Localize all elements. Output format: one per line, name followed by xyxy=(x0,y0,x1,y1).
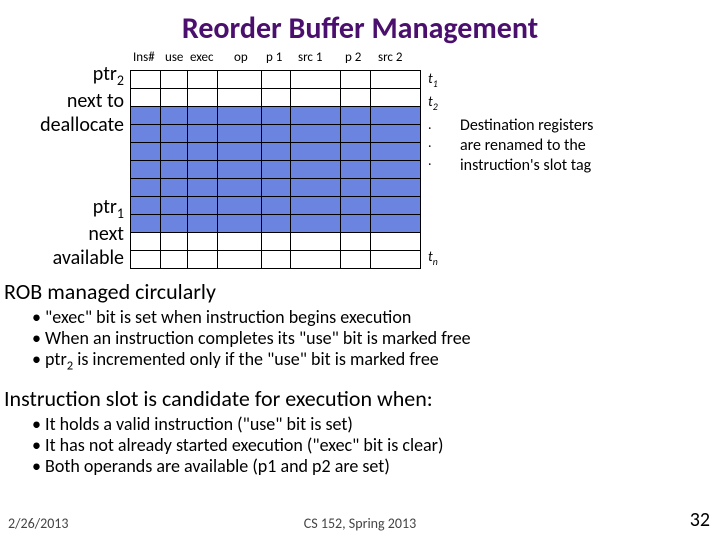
table-row xyxy=(131,161,421,179)
footer-course: CS 152, Spring 2013 xyxy=(0,515,720,532)
rob-table xyxy=(130,70,421,269)
bullet-2-2: Both operands are available (p1 and p2 a… xyxy=(45,455,390,477)
ptr2-line2: next to xyxy=(67,89,124,113)
table-row xyxy=(131,89,421,107)
rob-table-wrap: Ins# use exec op p 1 src 1 p 2 src 2 xyxy=(130,50,421,269)
bullet-1-1: When an instruction completes its "use" … xyxy=(45,327,471,349)
bullet-2-1: It has not already started execution ("e… xyxy=(45,434,443,456)
slide-title: Reorder Buffer Management xyxy=(0,0,720,47)
table-row xyxy=(131,179,421,197)
table-row xyxy=(131,215,421,233)
ptr1-label: ptr1 xyxy=(93,195,124,219)
col-ins: Ins# xyxy=(133,50,155,65)
table-row xyxy=(131,251,421,269)
bullets-1: • "exec" bit is set when instruction beg… xyxy=(4,307,712,377)
table-row xyxy=(131,233,421,251)
bullet-2-0: It holds a valid instruction ("use" bit … xyxy=(45,413,353,435)
ptr1-line3: available xyxy=(53,246,124,270)
ptr2-line3: deallocate xyxy=(40,113,124,137)
bullet-1-0: "exec" bit is set when instruction begin… xyxy=(45,306,411,328)
table-row xyxy=(131,107,421,125)
ptr2-label: ptr2 xyxy=(93,62,124,86)
section-candidate: Instruction slot is candidate for execut… xyxy=(4,385,712,412)
slot-tags: t1 t2 ... xyxy=(428,70,438,170)
col-src1: src 1 xyxy=(298,50,322,65)
footer-page: 32 xyxy=(690,508,710,532)
dest-note: Destination registers are renamed to the… xyxy=(460,116,593,176)
body-text: ROB managed circularly • "exec" bit is s… xyxy=(4,278,712,485)
left-pointer-labels: ptr2 next to deallocate ptr1 next availa… xyxy=(4,62,124,270)
col-use: use xyxy=(165,50,183,65)
slot-tag-n: tn xyxy=(428,248,438,268)
ptr1-line2: next xyxy=(88,222,124,246)
table-row xyxy=(131,71,421,89)
col-p1: p 1 xyxy=(266,50,282,65)
bullet-1-2: ptr2 is incremented only if the "use" bi… xyxy=(45,348,439,370)
section-rob-managed: ROB managed circularly xyxy=(4,278,712,305)
table-row xyxy=(131,197,421,215)
col-exec: exec xyxy=(190,50,214,65)
column-headers: Ins# use exec op p 1 src 1 p 2 src 2 xyxy=(130,50,421,70)
bullets-2: • It holds a valid instruction ("use" bi… xyxy=(4,414,712,477)
col-p2: p 2 xyxy=(345,50,361,65)
col-src2: src 2 xyxy=(378,50,402,65)
table-row xyxy=(131,125,421,143)
table-row xyxy=(131,143,421,161)
col-op: op xyxy=(234,50,248,65)
